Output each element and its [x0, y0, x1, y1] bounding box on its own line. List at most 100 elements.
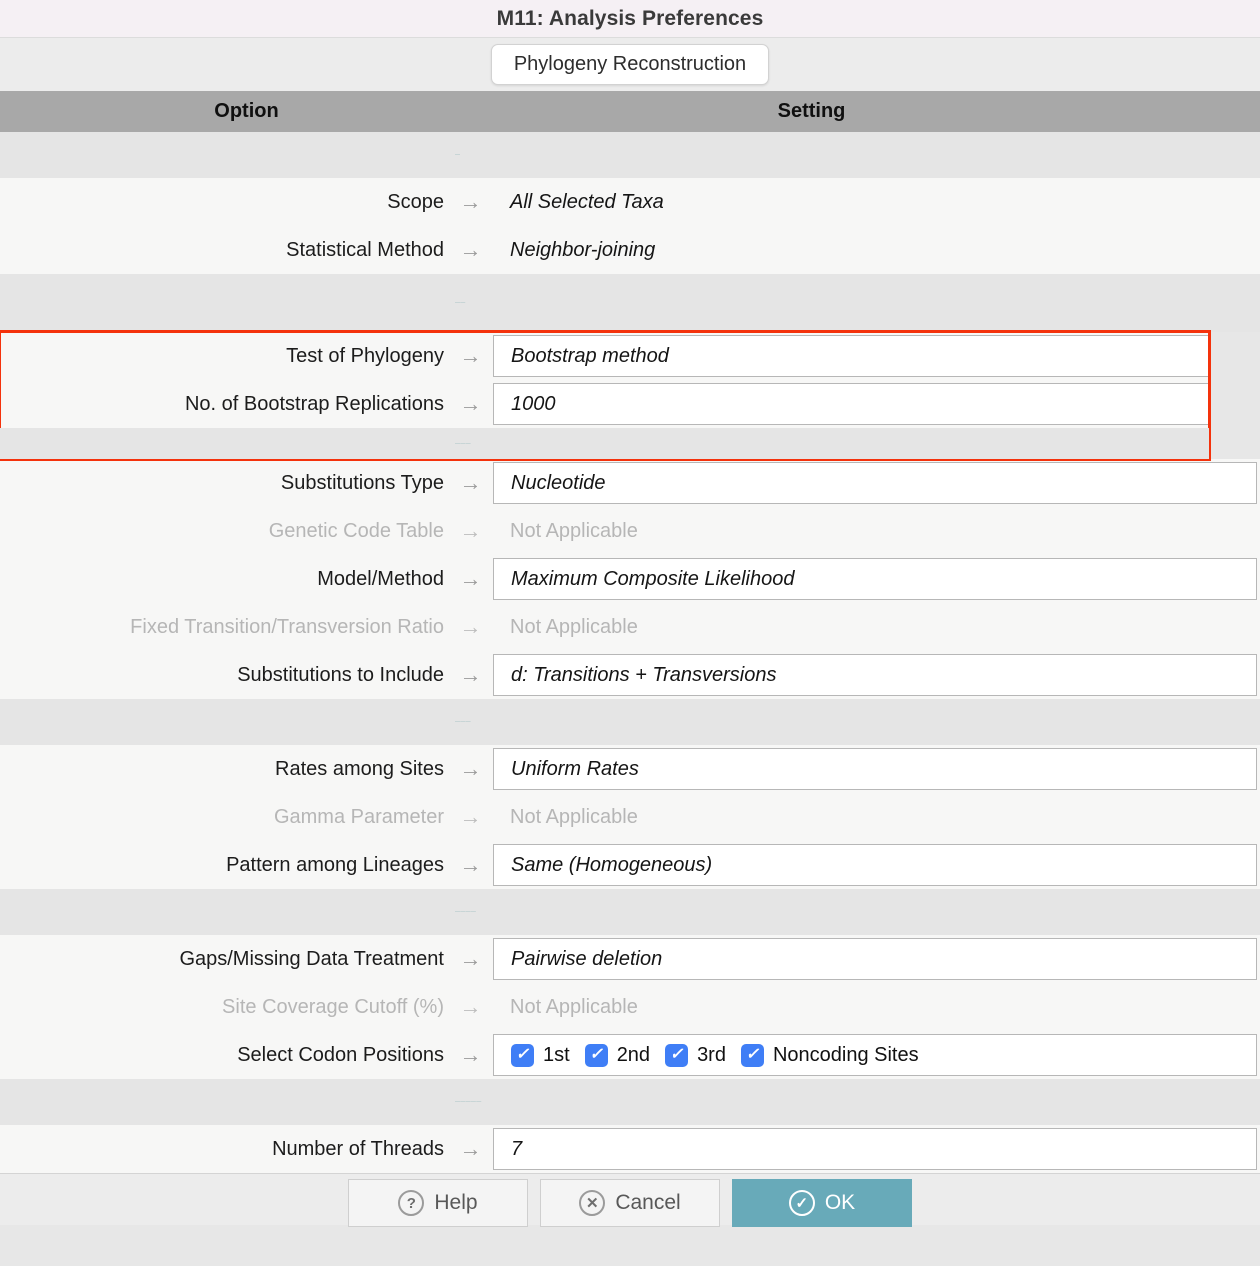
arrow-right-icon: →: [459, 470, 482, 495]
codon-label: 2nd: [616, 1043, 651, 1066]
arrow-right-icon: →: [459, 662, 482, 687]
codon-label: 1st: [543, 1043, 570, 1066]
rates-among-sites-field[interactable]: Uniform Rates: [493, 748, 1257, 790]
gamma-parameter-value: Not Applicable: [510, 805, 638, 828]
row-label: Rates among Sites: [275, 757, 444, 780]
row-label: Site Coverage Cutoff (%): [222, 995, 444, 1018]
select-codon-positions-field[interactable]: ✓ 1st ✓ 2nd ✓ 3rd ✓ Noncoding Sites: [493, 1034, 1257, 1076]
arrow-right-icon: →: [459, 852, 482, 877]
arrow-right-icon: →: [459, 1136, 482, 1161]
dialog-footer: ? Help ✕ Cancel ✓ OK: [0, 1173, 1260, 1227]
check-icon: ✓: [511, 1043, 534, 1067]
close-icon: ✕: [579, 1190, 606, 1216]
separator-mark: —————: [455, 1099, 482, 1105]
separator-mark: ————: [455, 909, 477, 915]
table-row: Genetic Code Table → Not Applicable: [0, 507, 1260, 555]
table-row[interactable]: Model/Method → Maximum Composite Likelih…: [0, 555, 1260, 603]
arrow-right-icon: →: [459, 994, 482, 1019]
model-method-field[interactable]: Maximum Composite Likelihood: [493, 558, 1257, 600]
table-row[interactable]: Rates among Sites → Uniform Rates: [0, 745, 1260, 793]
arrow-right-icon: →: [459, 518, 482, 543]
fixed-ratio-value: Not Applicable: [510, 615, 638, 638]
highlighted-settings-group: Test of Phylogeny → Bootstrap method No.…: [0, 330, 1211, 461]
window-title-bar: M11: Analysis Preferences: [0, 0, 1260, 38]
row-label: Fixed Transition/Transversion Ratio: [130, 615, 444, 638]
test-of-phylogeny-field[interactable]: Bootstrap method: [493, 335, 1209, 377]
question-mark-icon: ?: [398, 1190, 425, 1216]
check-icon: ✓: [740, 1043, 764, 1067]
table-row: Gamma Parameter → Not Applicable: [0, 793, 1260, 841]
number-of-threads-field[interactable]: 7: [493, 1128, 1257, 1170]
codon-label: 3rd: [697, 1043, 726, 1066]
row-label: Gaps/Missing Data Treatment: [179, 947, 444, 970]
tab-phylogeny-reconstruction[interactable]: Phylogeny Reconstruction: [490, 44, 770, 85]
arrow-right-icon: →: [459, 343, 482, 368]
table-column-header: Option Setting: [0, 91, 1260, 132]
codon-checkbox-2nd[interactable]: ✓ 2nd: [584, 1043, 651, 1067]
arrow-right-icon: →: [459, 946, 482, 971]
cancel-button[interactable]: ✕ Cancel: [540, 1179, 720, 1227]
substitutions-to-include-field[interactable]: d: Transitions + Transversions: [493, 654, 1257, 696]
ok-button[interactable]: ✓ OK: [732, 1179, 912, 1227]
table-row: Site Coverage Cutoff (%) → Not Applicabl…: [0, 983, 1260, 1031]
arrow-right-icon: →: [459, 756, 482, 781]
section-separator: —————: [0, 1079, 1260, 1125]
site-coverage-cutoff-value: Not Applicable: [510, 995, 638, 1018]
page-title: M11: Analysis Preferences: [496, 6, 764, 30]
gaps-missing-data-field[interactable]: Pairwise deletion: [493, 938, 1257, 980]
codon-checkbox-noncoding[interactable]: ✓ Noncoding Sites: [740, 1043, 919, 1067]
separator-mark: ———: [455, 440, 471, 447]
table-row[interactable]: Pattern among Lineages → Same (Homogeneo…: [0, 841, 1260, 889]
cancel-button-label: Cancel: [615, 1191, 681, 1214]
table-row[interactable]: Gaps/Missing Data Treatment → Pairwise d…: [0, 935, 1260, 983]
arrow-right-icon: →: [459, 804, 482, 829]
arrow-right-icon: →: [459, 189, 482, 214]
row-label: Test of Phylogeny: [286, 344, 444, 367]
pattern-among-lineages-field[interactable]: Same (Homogeneous): [493, 844, 1257, 886]
row-label: Genetic Code Table: [268, 519, 444, 542]
help-button[interactable]: ? Help: [348, 1179, 528, 1227]
check-icon: ✓: [665, 1043, 689, 1067]
codon-label: Noncoding Sites: [772, 1043, 919, 1066]
table-row[interactable]: Test of Phylogeny → Bootstrap method: [0, 332, 1209, 380]
row-label: Number of Threads: [272, 1137, 444, 1160]
row-label: Statistical Method: [286, 238, 444, 261]
section-separator: ————: [0, 889, 1260, 935]
arrow-right-icon: →: [459, 237, 482, 262]
table-row[interactable]: Substitutions to Include → d: Transition…: [0, 651, 1260, 699]
column-header-setting: Setting: [777, 100, 846, 122]
row-label: Substitutions Type: [280, 471, 444, 494]
substitutions-type-field[interactable]: Nucleotide: [493, 462, 1257, 504]
table-row[interactable]: Scope → All Selected Taxa: [0, 178, 1260, 226]
row-label: Gamma Parameter: [273, 805, 444, 828]
table-row[interactable]: Number of Threads → 7: [0, 1125, 1260, 1173]
section-separator: ——: [0, 274, 1260, 332]
table-row[interactable]: Statistical Method → Neighbor-joining: [0, 226, 1260, 274]
row-value[interactable]: Neighbor-joining: [493, 226, 1260, 274]
row-value[interactable]: All Selected Taxa: [493, 178, 1260, 226]
table-row[interactable]: No. of Bootstrap Replications → 1000: [0, 380, 1209, 428]
table-row: Fixed Transition/Transversion Ratio → No…: [0, 603, 1260, 651]
section-separator: ———: [0, 428, 1209, 459]
codon-checkbox-group: ✓ 1st ✓ 2nd ✓ 3rd ✓ Noncoding Sites: [511, 1043, 934, 1067]
arrow-right-icon: →: [459, 1042, 482, 1067]
row-label: Substitutions to Include: [237, 663, 444, 686]
bootstrap-replications-field[interactable]: 1000: [493, 383, 1209, 425]
separator-mark: ———: [455, 719, 471, 725]
row-label: Select Codon Positions: [237, 1043, 444, 1066]
arrow-right-icon: →: [459, 391, 482, 416]
help-button-label: Help: [434, 1191, 478, 1214]
arrow-right-icon: →: [459, 566, 482, 591]
table-row[interactable]: Substitutions Type → Nucleotide: [0, 459, 1260, 507]
tab-strip: Phylogeny Reconstruction: [0, 38, 1260, 91]
codon-checkbox-3rd[interactable]: ✓ 3rd: [665, 1043, 726, 1067]
genetic-code-table-value: Not Applicable: [510, 519, 638, 542]
codon-checkbox-1st[interactable]: ✓ 1st: [511, 1043, 570, 1067]
separator-mark: —: [455, 152, 461, 158]
section-separator: ———: [0, 699, 1260, 745]
row-label: Model/Method: [317, 567, 444, 590]
column-header-option: Option: [214, 100, 279, 122]
row-label: No. of Bootstrap Replications: [184, 392, 444, 415]
check-icon: ✓: [584, 1043, 608, 1067]
table-row[interactable]: Select Codon Positions → ✓ 1st ✓ 2nd ✓ 3…: [0, 1031, 1260, 1079]
